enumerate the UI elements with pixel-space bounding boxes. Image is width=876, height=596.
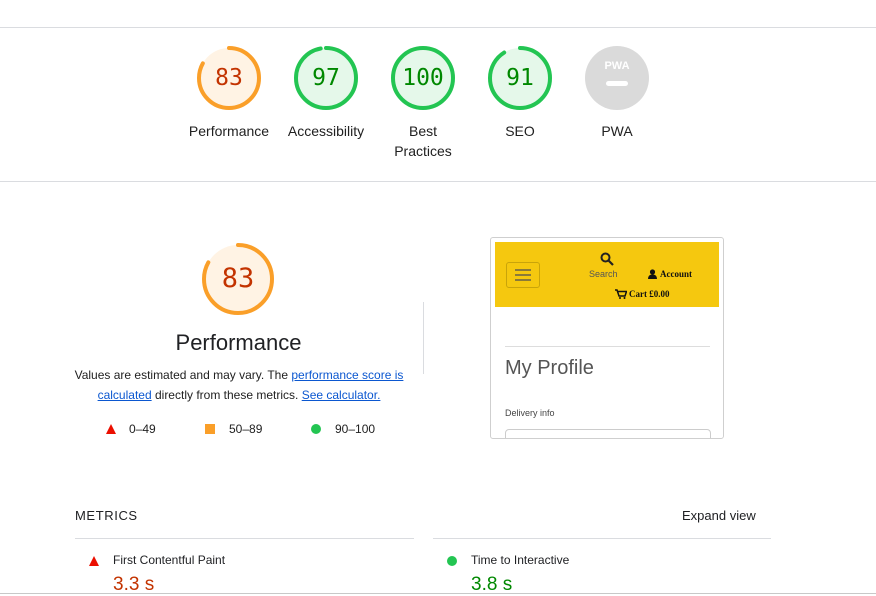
gauge-performance[interactable]: 83 Performance bbox=[179, 45, 279, 141]
score-label: Best Practices bbox=[394, 121, 452, 161]
top-divider bbox=[0, 27, 876, 28]
legend-pass: 90–100 bbox=[310, 422, 375, 436]
circle-pass-icon bbox=[447, 556, 457, 566]
user-icon bbox=[648, 269, 657, 279]
score-label-line1: Best bbox=[408, 123, 437, 139]
legend-average: 50–89 bbox=[204, 422, 262, 436]
delivery-info-label: Delivery info bbox=[505, 408, 555, 418]
triangle-fail-icon bbox=[106, 424, 116, 434]
score-value: 97 bbox=[312, 65, 340, 91]
legend-range: 0–49 bbox=[129, 422, 156, 436]
circle-pass-icon bbox=[311, 424, 321, 434]
score-label: PWA bbox=[601, 123, 633, 139]
score-label-line2: Practices bbox=[394, 143, 452, 159]
desc-mid: directly from these metrics. bbox=[151, 388, 302, 402]
vertical-divider bbox=[423, 302, 424, 374]
score-value: 83 bbox=[215, 65, 243, 91]
site-header: Search Account Cart £0.00 bbox=[495, 242, 719, 307]
screenshot-divider bbox=[505, 346, 710, 347]
gauge-accessibility[interactable]: 97 Accessibility bbox=[276, 45, 376, 141]
metrics-heading: METRICS bbox=[75, 508, 138, 523]
desc-prefix: Values are estimated and may vary. The bbox=[74, 368, 292, 382]
metric-name: Time to Interactive bbox=[471, 553, 570, 567]
gauge-seo[interactable]: 91 SEO bbox=[470, 45, 570, 141]
account-label: Account bbox=[660, 269, 692, 279]
performance-gauge-large: 83 bbox=[158, 242, 318, 323]
triangle-fail-icon bbox=[89, 556, 99, 566]
gauge-best-practices[interactable]: 100 Best Practices bbox=[373, 45, 473, 161]
score-label: SEO bbox=[505, 123, 535, 139]
score-label: Performance bbox=[188, 123, 270, 139]
see-calculator-link[interactable]: See calculator. bbox=[302, 388, 381, 402]
metric-name: First Contentful Paint bbox=[113, 553, 226, 567]
square-average-icon bbox=[205, 424, 215, 434]
pwa-badge-text: PWA bbox=[604, 60, 629, 72]
final-screenshot[interactable]: Search Account Cart £0.00 My Profile Del… bbox=[490, 237, 724, 439]
score-value: 100 bbox=[402, 65, 444, 91]
performance-score: 83 bbox=[221, 263, 255, 294]
search-icon bbox=[600, 252, 614, 266]
cart-icon bbox=[615, 289, 627, 299]
score-value: 91 bbox=[506, 65, 534, 91]
hamburger-menu-icon bbox=[506, 262, 540, 288]
cart-label: Cart £0.00 bbox=[629, 289, 670, 299]
expand-view-button[interactable]: Expand view bbox=[682, 508, 756, 523]
legend-fail: 0–49 bbox=[105, 422, 156, 436]
metrics-divider-right bbox=[433, 538, 771, 539]
metrics-divider-left bbox=[75, 538, 414, 539]
score-label: Accessibility bbox=[287, 123, 365, 139]
search-label: Search bbox=[589, 269, 618, 279]
performance-title: Performance bbox=[175, 330, 302, 355]
section-divider bbox=[0, 181, 876, 182]
legend-range: 90–100 bbox=[335, 422, 376, 436]
gauge-pwa[interactable]: PWA PWA bbox=[567, 45, 667, 141]
bottom-divider bbox=[0, 593, 876, 594]
pwa-badge-icon: PWA bbox=[585, 46, 649, 110]
profile-heading: My Profile bbox=[505, 357, 594, 379]
performance-description: Values are estimated and may vary. The p… bbox=[74, 365, 404, 405]
legend-range: 50–89 bbox=[229, 422, 263, 436]
delivery-input bbox=[505, 429, 711, 438]
